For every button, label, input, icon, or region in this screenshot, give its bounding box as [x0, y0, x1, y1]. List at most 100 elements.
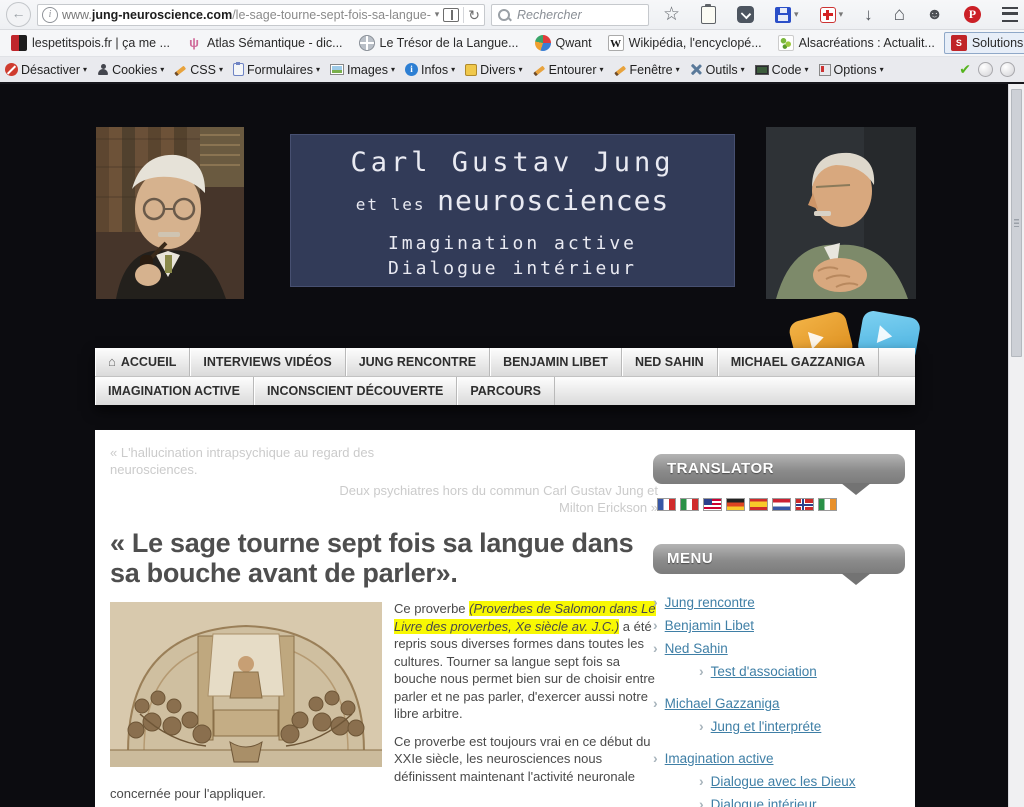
feedback-smiley-icon[interactable]: ☻	[926, 7, 943, 23]
devbar-item[interactable]: CSS▾	[174, 63, 223, 77]
status-led-icon[interactable]	[978, 62, 993, 77]
next-post-link[interactable]: Deux psychiatres hors du commun Carl Gus…	[328, 482, 658, 516]
sidebar-menu: ›Jung rencontre›Benjamin Libet›Ned Sahin…	[653, 591, 905, 807]
bookmark-label: Atlas Sémantique - dic...	[207, 36, 342, 50]
devbar-item-label: Code	[772, 63, 802, 77]
bookmark-item[interactable]: Alsacréations : Actualit...	[771, 32, 942, 54]
flag-netherlands-icon[interactable]	[772, 498, 791, 511]
content-panel: « L'hallucination intrapsychique au rega…	[95, 430, 915, 807]
menu-link-jung-rencontre[interactable]: Jung rencontre	[665, 591, 755, 614]
url-bar[interactable]: i www.jung-neuroscience.com/le-sage-tour…	[37, 4, 485, 26]
nav-item-interviews-vid-os[interactable]: INTERVIEWS VIDÉOS	[190, 348, 345, 376]
devbar-item[interactable]: Code▾	[755, 63, 809, 77]
reload-icon[interactable]: ↻	[468, 8, 480, 22]
bookmark-item[interactable]: WWikipédia, l'encyclopé...	[601, 32, 769, 54]
devbar-item[interactable]: Cookies▾	[97, 63, 164, 77]
dropdown-caret-icon: ▾	[219, 65, 223, 74]
previous-post-link[interactable]: « L'hallucination intrapsychique au rega…	[110, 444, 430, 478]
bookmark-label: Wikipédia, l'encyclopé...	[629, 36, 762, 50]
menu-link-ned-sahin[interactable]: Ned Sahin	[665, 637, 728, 660]
flag-germany-icon[interactable]	[726, 498, 745, 511]
addon-cross-icon[interactable]	[820, 7, 836, 23]
bookmark-item[interactable]: Qwant	[528, 32, 599, 54]
devbar-item[interactable]: Divers ▾	[465, 63, 522, 77]
devbar-status: ✔	[959, 61, 1019, 78]
devbar-item[interactable]: Outils▾	[690, 63, 745, 77]
save-dropdown-icon[interactable]: ▾	[794, 9, 799, 20]
menu-link-dialogue-int-rieur[interactable]: Dialogue intérieur	[711, 793, 817, 807]
flag-norway-icon[interactable]	[795, 498, 814, 511]
pocket-icon[interactable]	[737, 6, 754, 23]
devbar-item[interactable]: Désactiver▾	[5, 63, 87, 77]
nav-item-michael-gazzaniga[interactable]: MICHAEL GAZZANIGA	[718, 348, 880, 376]
flag-ireland-icon[interactable]	[818, 498, 837, 511]
nav-item-accueil[interactable]: ⌂ACCUEIL	[95, 348, 190, 376]
devbar-item[interactable]: iInfos▾	[405, 63, 455, 77]
search-box[interactable]	[491, 4, 649, 26]
devbar-item[interactable]: Formulaires▾	[233, 63, 320, 77]
menu-link-michael-gazzaniga[interactable]: Michael Gazzaniga	[665, 692, 780, 715]
save-page-icon[interactable]	[775, 7, 791, 23]
nav-item-label: MICHAEL GAZZANIGA	[731, 355, 866, 369]
devbar-items: Désactiver▾ Cookies▾ CSS▾ Formulaires▾ Image…	[5, 63, 959, 77]
back-button[interactable]: ←	[6, 2, 31, 27]
devbar-item[interactable]: Options▾	[819, 63, 884, 77]
nav-item-imagination-active[interactable]: IMAGINATION ACTIVE	[95, 377, 254, 405]
chevron-right-icon: ›	[653, 591, 658, 614]
downloads-icon[interactable]: ↓	[864, 6, 873, 23]
devbar-item[interactable]: Entourer▾	[533, 63, 604, 77]
dropdown-caret-icon: ▾	[519, 65, 523, 74]
devbar-item-label: Fenêtre	[630, 63, 673, 77]
browser-window: ← i www.jung-neuroscience.com/le-sage-to…	[0, 0, 1024, 807]
search-icon	[498, 9, 510, 21]
reader-mode-icon[interactable]	[443, 8, 459, 22]
menu-link-dialogue-avec-les-dieux[interactable]: Dialogue avec les Dieux	[711, 770, 856, 793]
bookmark-item[interactable]: ψAtlas Sémantique - dic...	[179, 32, 349, 54]
home-icon[interactable]: ⌂	[894, 5, 905, 24]
urlbar-dropdown-icon[interactable]: ▾	[435, 9, 440, 20]
bookmark-item[interactable]: Le Trésor de la Langue...	[352, 32, 526, 54]
nav-item-parcours[interactable]: PARCOURS	[457, 377, 555, 405]
status-led-icon[interactable]	[1000, 62, 1015, 77]
devbar-item[interactable]: Images▾	[330, 63, 395, 77]
menu-item: ›Dialogue intérieur	[699, 793, 905, 807]
bookmark-star-icon[interactable]: ☆	[663, 5, 680, 24]
search-input[interactable]	[515, 7, 642, 23]
dropdown-caret-icon: ▾	[160, 65, 164, 74]
scrollbar-thumb[interactable]	[1011, 89, 1022, 357]
menu-hamburger-icon[interactable]	[1002, 7, 1018, 22]
flag-spain-icon[interactable]	[749, 498, 768, 511]
cookies-icon	[97, 64, 109, 76]
flag-italy-icon[interactable]	[680, 498, 699, 511]
translator-flags	[657, 498, 905, 511]
nav-item-jung-rencontre[interactable]: JUNG RENCONTRE	[346, 348, 490, 376]
nav-item-inconscient-d-couverte[interactable]: INCONSCIENT DÉCOUVERTE	[254, 377, 457, 405]
lespetitspois-favicon	[11, 35, 27, 51]
dropdown-caret-icon: ▾	[805, 65, 809, 74]
menu-link-test-d-association[interactable]: Test d'association	[711, 660, 817, 683]
bookmark-item[interactable]: lespetitspois.fr | ça me ...	[4, 32, 177, 54]
addon-dropdown-icon[interactable]: ▾	[839, 9, 844, 20]
menu-link-imagination-active[interactable]: Imagination active	[665, 747, 774, 770]
flag-usa-icon[interactable]	[703, 498, 722, 511]
article-illustration-image	[110, 602, 382, 767]
devbar-item-label: Divers	[480, 63, 515, 77]
pencil-icon	[533, 64, 546, 76]
site-info-icon[interactable]: i	[42, 7, 58, 23]
devbar-item-label: Entourer	[549, 63, 597, 77]
pinterest-icon[interactable]: P	[964, 6, 981, 23]
pencil-icon	[174, 64, 187, 76]
devbar-item[interactable]: Fenêtre▾	[614, 63, 680, 77]
nav-item-ned-sahin[interactable]: NED SAHIN	[622, 348, 718, 376]
menu-link-benjamin-libet[interactable]: Benjamin Libet	[665, 614, 754, 637]
flag-france-icon[interactable]	[657, 498, 676, 511]
dropdown-caret-icon: ▾	[391, 65, 395, 74]
bookmark-item[interactable]: SSolutions Numériques ...	[944, 32, 1024, 54]
jung-portrait-right-image	[766, 127, 916, 299]
disable-icon	[5, 63, 18, 76]
nav-item-benjamin-libet[interactable]: BENJAMIN LIBET	[490, 348, 622, 376]
bookmark-label: lespetitspois.fr | ça me ...	[32, 36, 170, 50]
clipboard-icon[interactable]	[701, 6, 716, 24]
menu-link-jung-et-l-interpr-te[interactable]: Jung et l'interpréte	[711, 715, 822, 738]
page-scrollbar[interactable]	[1008, 84, 1024, 807]
